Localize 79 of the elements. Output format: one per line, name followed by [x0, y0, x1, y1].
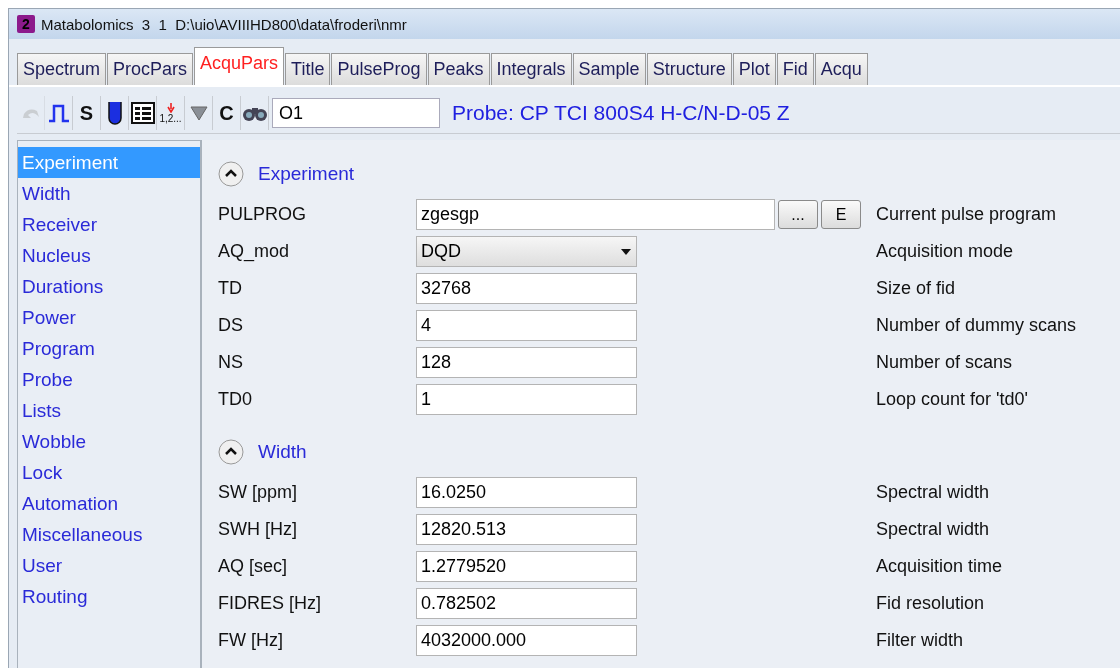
- probe-label: Probe: CP TCI 800S4 H-C/N-D-05 Z: [452, 101, 790, 125]
- parameter-name: NS: [218, 352, 244, 373]
- section-title: Width: [258, 441, 307, 463]
- tab[interactable]: Plot: [732, 53, 776, 85]
- triangle-down-icon: [189, 105, 208, 121]
- parameter-description: Loop count for 'td0': [876, 389, 1028, 410]
- parameter-description: Filter width: [876, 630, 964, 651]
- parameter-name: FIDRES [Hz]: [218, 593, 322, 614]
- toolbar-button[interactable]: [129, 96, 157, 130]
- tab[interactable]: Acqu: [814, 53, 868, 85]
- toolbar-button[interactable]: [241, 96, 269, 130]
- parameter-description: Number of dummy scans: [876, 315, 1077, 336]
- parameter-description: Number of scans: [876, 352, 1013, 373]
- parameter-description: Size of fid: [876, 278, 956, 299]
- sidebar-item[interactable]: Width: [18, 178, 200, 209]
- tab[interactable]: Fid: [776, 53, 814, 85]
- dropdown[interactable]: DQD: [416, 236, 637, 267]
- parameter-name: TD0: [218, 389, 253, 410]
- sidebar-item[interactable]: User: [18, 550, 200, 581]
- parameter-description: Acquisition mode: [876, 241, 1014, 262]
- pulse-icon: [47, 103, 70, 123]
- sidebar-item[interactable]: Wobble: [18, 426, 200, 457]
- parameter-name: SW [ppm]: [218, 482, 298, 503]
- parameter-description: Spectral width: [876, 519, 990, 540]
- tab[interactable]: Spectrum: [17, 53, 107, 85]
- section-title: Experiment: [258, 163, 355, 185]
- tab[interactable]: Peaks: [427, 53, 490, 85]
- input-field[interactable]: zgesgp: [416, 199, 775, 230]
- small-button[interactable]: ...: [778, 200, 818, 229]
- input-field[interactable]: 0.782502: [416, 588, 637, 619]
- tab[interactable]: Integrals: [490, 53, 572, 85]
- caret-icon: [620, 247, 632, 256]
- tab[interactable]: Sample: [572, 53, 646, 85]
- collapse-icon[interactable]: [218, 439, 244, 465]
- input-field[interactable]: 4: [416, 310, 637, 341]
- small-button[interactable]: E: [821, 200, 861, 229]
- sidebar-item[interactable]: Durations: [18, 271, 200, 302]
- parameter-name: AQ [sec]: [218, 556, 289, 577]
- parameter-description: Spectral width: [876, 482, 990, 503]
- tab[interactable]: Title: [285, 53, 331, 85]
- parameter-name: SWH [Hz]: [218, 519, 298, 540]
- tube-icon: [107, 101, 122, 125]
- arrow-down-icon: [166, 102, 175, 113]
- sidebar-item[interactable]: Lists: [18, 395, 200, 426]
- sidebar-item[interactable]: Nucleus: [18, 240, 200, 271]
- search-field[interactable]: O1: [272, 98, 440, 128]
- collapse-icon[interactable]: [218, 161, 244, 187]
- tab[interactable]: AcquPars: [194, 47, 285, 85]
- parameter-name: PULPROG: [218, 204, 308, 225]
- sidebar-item[interactable]: Automation: [18, 488, 200, 519]
- input-field[interactable]: 12820.513: [416, 514, 637, 545]
- parameter-description: Fid resolution: [876, 593, 985, 614]
- sidebar-item[interactable]: Miscellaneous: [18, 519, 200, 550]
- sidebar-item[interactable]: Power: [18, 302, 200, 333]
- parameter-name: DS: [218, 315, 244, 336]
- parameter-description: Acquisition time: [876, 556, 1003, 577]
- input-field[interactable]: 4032000.000: [416, 625, 637, 656]
- input-field[interactable]: 32768: [416, 273, 637, 304]
- sidebar-item[interactable]: Probe: [18, 364, 200, 395]
- input-field[interactable]: 16.0250: [416, 477, 637, 508]
- sidebar-item[interactable]: Lock: [18, 457, 200, 488]
- input-field[interactable]: 128: [416, 347, 637, 378]
- window-title: Matabolomics 3 1 D:\uio\AVIIIHD800\data\froderi\nmr: [41, 15, 407, 33]
- parameter-name: AQ_mod: [218, 241, 291, 262]
- tab[interactable]: Structure: [646, 53, 732, 85]
- toolbar-button[interactable]: 1,2...: [157, 96, 185, 130]
- sidebar-item[interactable]: Receiver: [18, 209, 200, 240]
- list-icon: [130, 102, 155, 124]
- sidebar-item[interactable]: Routing: [18, 581, 200, 612]
- dropdown-value: DQD: [421, 241, 461, 262]
- sidebar-item[interactable]: Program: [18, 333, 200, 364]
- parameter-name: TD: [218, 278, 243, 299]
- tab[interactable]: ProcPars: [107, 53, 194, 85]
- tab[interactable]: PulseProg: [331, 53, 427, 85]
- parameter-name: FW [Hz]: [218, 630, 284, 651]
- input-field[interactable]: 1.2779520: [416, 551, 637, 582]
- parameter-description: Current pulse program: [876, 204, 1057, 225]
- input-field[interactable]: 1: [416, 384, 637, 415]
- app-badge: 2: [17, 15, 35, 33]
